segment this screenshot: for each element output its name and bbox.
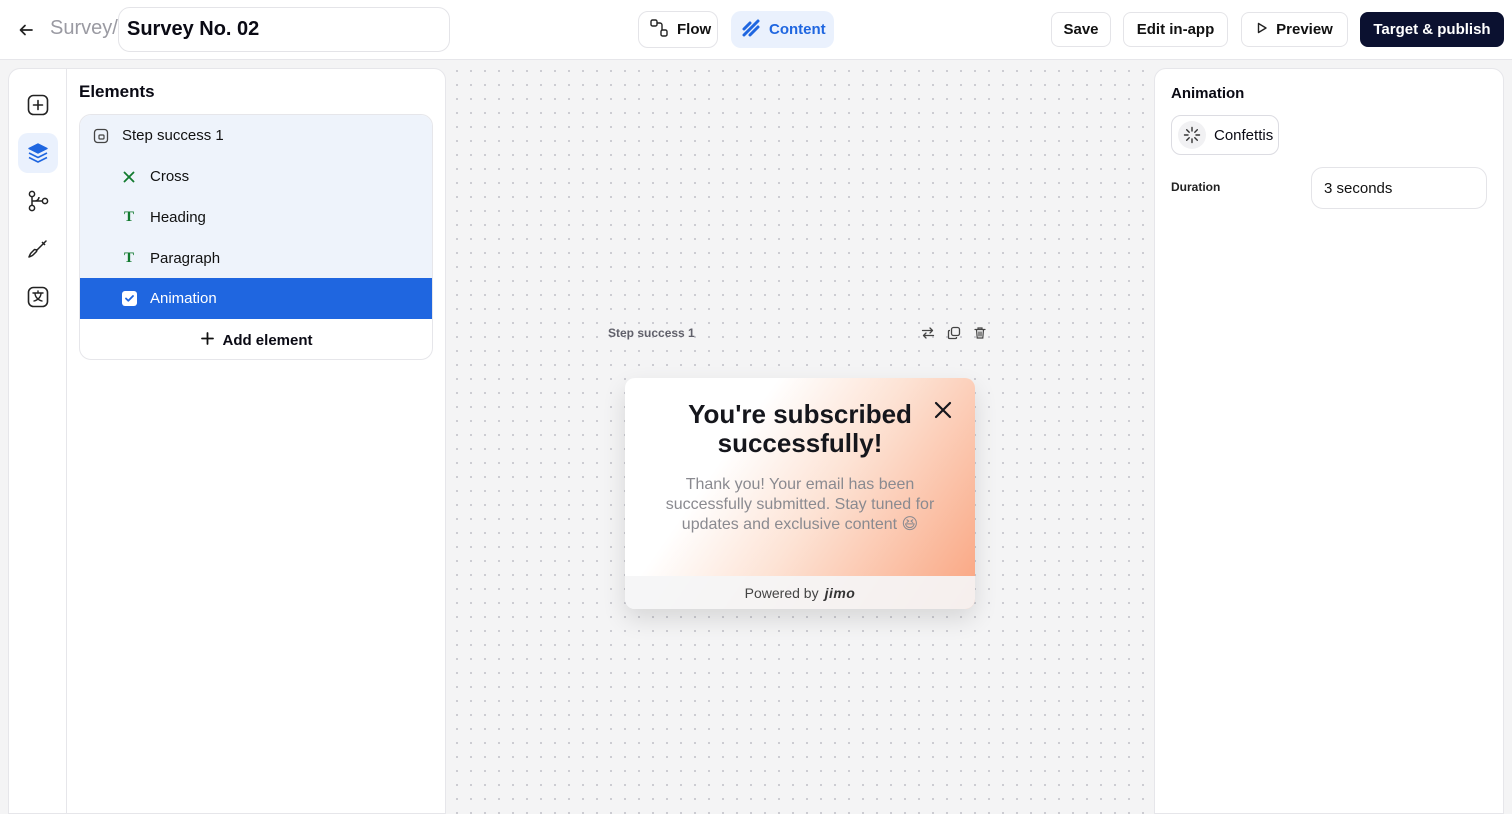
- success-card[interactable]: You're subscribed successfully! Thank yo…: [625, 378, 975, 609]
- confetti-icon: [1178, 121, 1206, 149]
- tree-item-animation[interactable]: Animation: [80, 278, 432, 319]
- back-arrow-icon[interactable]: [14, 18, 38, 42]
- content-icon: [741, 18, 761, 42]
- card-heading[interactable]: You're subscribed successfully!: [665, 400, 935, 458]
- tree-item-label: Heading: [150, 209, 206, 226]
- play-icon: [1256, 21, 1268, 38]
- trash-icon[interactable]: [972, 325, 988, 341]
- top-bar: Survey/ Flow Content Save Edit in-app Pr…: [0, 0, 1512, 60]
- tab-content-label: Content: [769, 21, 826, 38]
- tab-content[interactable]: Content: [731, 11, 834, 48]
- step-toolbar: [920, 325, 988, 341]
- powered-by-label: Powered by: [744, 584, 819, 601]
- tree-item-label: Paragraph: [150, 250, 221, 267]
- checkbox-icon: [120, 290, 138, 308]
- animation-panel-title: Animation: [1171, 85, 1245, 102]
- translate-icon[interactable]: [18, 277, 58, 317]
- brand-logo: jimo: [824, 584, 856, 601]
- breadcrumb[interactable]: Survey/: [50, 17, 118, 40]
- panel-title: Elements: [79, 82, 155, 101]
- text-icon: T: [123, 209, 134, 225]
- tab-flow[interactable]: Flow: [638, 11, 718, 48]
- tree-item-label: Step success 1: [122, 127, 224, 144]
- preview-label: Preview: [1276, 21, 1333, 38]
- duration-input[interactable]: [1311, 167, 1487, 209]
- survey-name-input[interactable]: [118, 7, 450, 52]
- animation-type-label: Confettis: [1214, 126, 1274, 144]
- tree-item-label: Animation: [150, 290, 217, 307]
- animation-settings-panel: Animation Confettis Duration: [1154, 68, 1504, 814]
- tab-flow-label: Flow: [677, 21, 712, 38]
- cross-icon: [120, 168, 138, 186]
- flow-icon: [649, 18, 669, 42]
- branch-icon[interactable]: [18, 181, 58, 221]
- tree-item-cross[interactable]: Cross: [80, 156, 432, 197]
- preview-button[interactable]: Preview: [1241, 12, 1348, 47]
- swap-icon[interactable]: [920, 325, 936, 341]
- left-rail: [8, 68, 66, 814]
- element-tree: Step success 1 Cross T Heading T Paragra…: [79, 114, 433, 360]
- elements-panel: Elements Step success 1 Cross T Heading …: [66, 68, 446, 814]
- card-paragraph[interactable]: Thank you! Your email has been successfu…: [650, 475, 950, 535]
- duration-label: Duration: [1171, 180, 1221, 194]
- duplicate-icon[interactable]: [946, 325, 962, 341]
- powered-by-footer: Powered by jimo: [625, 576, 975, 609]
- tree-item-paragraph[interactable]: T Paragraph: [80, 238, 432, 279]
- step-label: Step success 1: [608, 326, 695, 340]
- canvas[interactable]: Step success 1 You're subscribed success…: [446, 60, 1154, 814]
- tree-item-step[interactable]: Step success 1: [80, 115, 432, 156]
- tree-item-heading[interactable]: T Heading: [80, 197, 432, 238]
- text-icon: T: [123, 250, 134, 266]
- edit-in-app-button[interactable]: Edit in-app: [1123, 12, 1228, 47]
- add-block-icon[interactable]: [18, 85, 58, 125]
- brush-icon[interactable]: [18, 229, 58, 269]
- save-button[interactable]: Save: [1051, 12, 1111, 47]
- plus-icon: [201, 331, 215, 349]
- add-element-button[interactable]: Add element: [80, 319, 432, 359]
- add-element-label: Add element: [222, 331, 313, 349]
- animation-type-select[interactable]: Confettis: [1171, 115, 1279, 155]
- step-icon: [92, 127, 110, 145]
- tree-item-label: Cross: [150, 168, 190, 185]
- target-publish-button[interactable]: Target & publish: [1360, 12, 1504, 47]
- layers-icon[interactable]: [18, 133, 58, 173]
